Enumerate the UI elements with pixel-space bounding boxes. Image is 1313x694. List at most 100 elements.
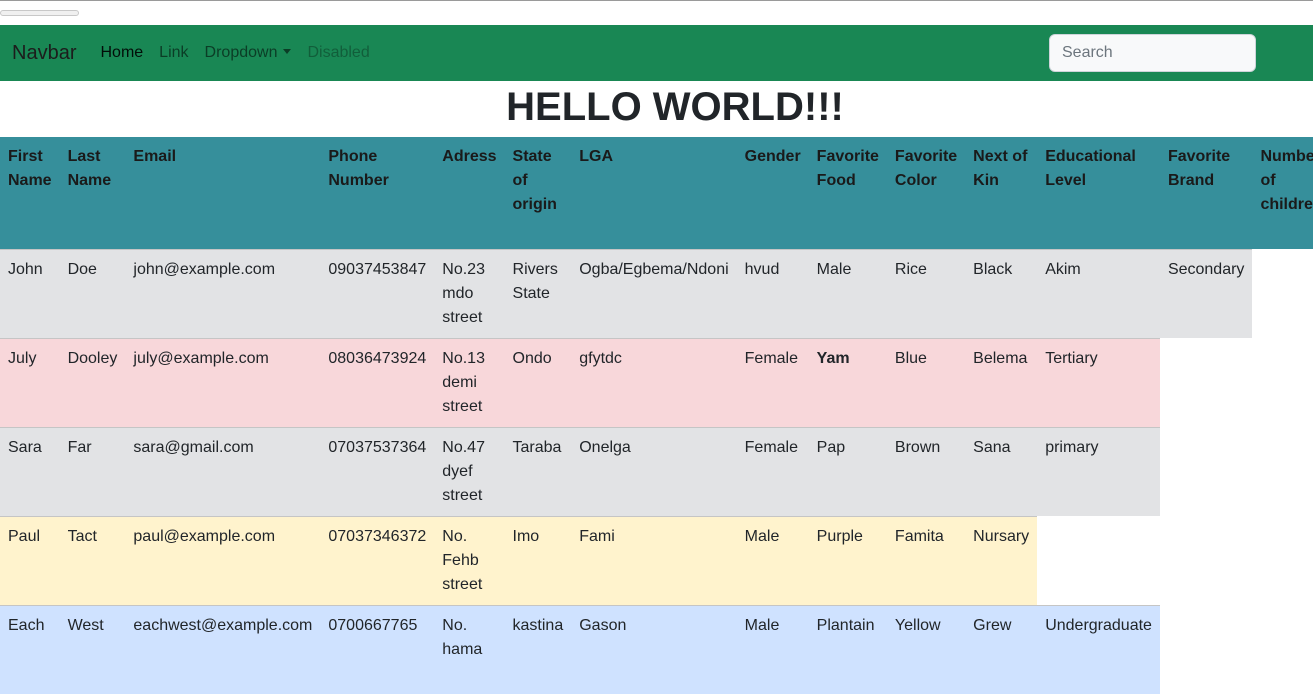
column-header: LGA: [571, 137, 737, 249]
column-header: Favorite Food: [808, 137, 887, 249]
table-cell: paul@example.com: [125, 515, 321, 605]
table-cell: Female: [736, 337, 809, 427]
table-cell: Each: [0, 604, 60, 694]
people-table: First Name Last Name Email Phone Number …: [0, 137, 1313, 694]
table-cell: 09037453847: [320, 248, 435, 338]
column-header: Favorite Color: [886, 137, 966, 249]
table-cell: hvud: [736, 248, 809, 338]
table-cell: No. Fehb street: [434, 515, 505, 605]
table-cell: Nursary: [965, 515, 1038, 605]
empty-cell: [1252, 427, 1313, 516]
navbar-brand[interactable]: Navbar: [12, 42, 76, 65]
table-cell: Grew: [965, 604, 1038, 694]
table-cell: Tertiary: [1037, 337, 1160, 427]
table-cell: eachwest@example.com: [125, 604, 321, 694]
nav-link-home[interactable]: Home: [100, 44, 143, 62]
column-header: Gender: [736, 137, 809, 249]
table-cell: Female: [736, 426, 809, 516]
table-row: July Dooley july@example.com 08036473924…: [0, 337, 1313, 427]
column-header: Email: [125, 137, 321, 249]
table-cell: 08036473924: [320, 337, 435, 427]
table-cell: gfytdc: [571, 337, 737, 427]
table-cell: 0700667765: [320, 604, 435, 694]
column-header: Adress: [434, 137, 505, 249]
empty-cell: [1252, 338, 1313, 427]
nav-dropdown-label: Dropdown: [204, 44, 278, 61]
table-cell: Imo: [504, 515, 572, 605]
empty-cell: [1252, 249, 1313, 338]
table-cell: Rivers State: [504, 248, 572, 338]
table-row: Sara Far sara@gmail.com 07037537364 No.4…: [0, 426, 1313, 516]
table-header-row: First Name Last Name Email Phone Number …: [0, 137, 1313, 249]
table-cell: Fami: [571, 515, 737, 605]
table-cell: July: [0, 337, 60, 427]
table-cell: Blue: [886, 337, 966, 427]
empty-cell: [1159, 605, 1253, 694]
table-cell: Belema: [965, 337, 1038, 427]
table-cell: Yam: [808, 337, 887, 427]
empty-cell: [1037, 516, 1160, 605]
horizontal-scrollbar[interactable]: [0, 10, 79, 16]
table-cell: Dooley: [59, 337, 126, 427]
table-cell: No.23 mdo street: [434, 248, 505, 338]
table-cell: john@example.com: [125, 248, 321, 338]
table-cell: Ogba/Egbema/Ndoni: [571, 248, 737, 338]
table-cell: primary: [1037, 426, 1160, 516]
column-header: Favorite Brand: [1159, 137, 1253, 249]
table-cell: Sana: [965, 426, 1038, 516]
empty-cell: [1252, 516, 1313, 605]
navbar: Navbar Home Link Dropdown Disabled: [0, 25, 1313, 81]
table-row: Each West eachwest@example.com 070066776…: [0, 604, 1313, 694]
column-header: Educational Level: [1037, 137, 1160, 249]
table-cell: No.47 dyef street: [434, 426, 505, 516]
table-cell: Undergraduate: [1037, 604, 1160, 694]
column-header: Number of children: [1252, 137, 1313, 249]
table-cell: Yellow: [886, 604, 966, 694]
empty-cell: [1159, 338, 1253, 427]
table-cell: Male: [808, 248, 887, 338]
table-cell: 07037346372: [320, 515, 435, 605]
page-title: HELLO WORLD!!!: [506, 85, 844, 129]
table-cell: No. hama: [434, 604, 505, 694]
table-cell: Secondary: [1159, 248, 1253, 338]
column-header: Phone Number: [320, 137, 435, 249]
table-cell: Doe: [59, 248, 126, 338]
table-cell: Onelga: [571, 426, 737, 516]
caret-down-icon: [283, 49, 292, 54]
table-cell: Sara: [0, 426, 60, 516]
table-cell: Taraba: [504, 426, 572, 516]
table-row: John Doe john@example.com 09037453847 No…: [0, 248, 1313, 338]
table-cell: kastina: [504, 604, 572, 694]
table-cell: july@example.com: [125, 337, 321, 427]
empty-cell: [1159, 427, 1253, 516]
table-cell: Pap: [808, 426, 887, 516]
column-header: Last Name: [59, 137, 126, 249]
table-cell: No.13 demi street: [434, 337, 505, 427]
table-cell: Akim: [1037, 248, 1160, 338]
column-header: Next of Kin: [965, 137, 1038, 249]
table-cell: Black: [965, 248, 1038, 338]
table-cell: John: [0, 248, 60, 338]
table-cell: Far: [59, 426, 126, 516]
table-cell: Purple: [808, 515, 887, 605]
table-cell: Brown: [886, 426, 966, 516]
empty-cell: [1252, 605, 1313, 694]
empty-cell: [1159, 516, 1253, 605]
table-row: Paul Tact paul@example.com 07037346372 N…: [0, 515, 1313, 605]
table-cell: West: [59, 604, 126, 694]
table-cell: Tact: [59, 515, 126, 605]
table-cell: Gason: [571, 604, 737, 694]
nav-dropdown[interactable]: Dropdown: [205, 44, 292, 62]
table-cell: Famita: [886, 515, 966, 605]
column-header: First Name: [0, 137, 60, 249]
column-header: State of origin: [504, 137, 572, 249]
table-cell: Ondo: [504, 337, 572, 427]
table-cell: Male: [736, 515, 809, 605]
table-cell: Rice: [886, 248, 966, 338]
table-cell: sara@gmail.com: [125, 426, 321, 516]
nav-link-disabled: Disabled: [307, 44, 370, 61]
window-top-border: [0, 0, 1313, 1]
search-input[interactable]: [1049, 34, 1256, 72]
nav-link-link[interactable]: Link: [159, 44, 188, 62]
table-cell: Paul: [0, 515, 60, 605]
